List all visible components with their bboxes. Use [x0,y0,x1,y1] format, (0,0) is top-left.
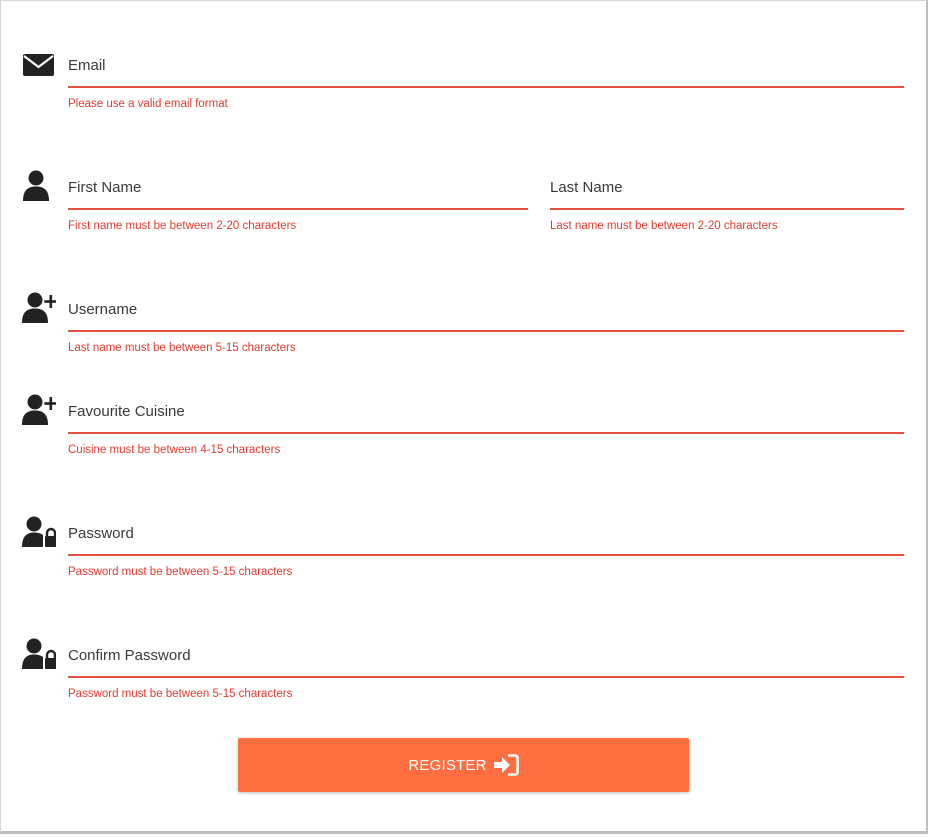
envelope-icon [22,48,56,82]
username-error: Last name must be between 5-15 character… [68,342,296,354]
user-plus-icon [22,290,56,324]
confirm-password-error: Password must be between 5-15 characters [68,688,293,700]
username-input[interactable] [68,301,904,329]
sign-in-icon [493,754,519,776]
register-button-label: REGISTER [408,756,487,774]
first-name-input[interactable] [68,179,528,207]
cuisine-error: Cuisine must be between 4-15 characters [68,444,281,456]
first-name-error: First name must be between 2-20 characte… [68,220,297,232]
email-error: Please use a valid email format [68,98,228,110]
cuisine-input[interactable] [68,403,904,431]
password-input[interactable] [68,525,904,553]
user-icon [22,168,56,202]
email-input[interactable] [68,57,904,85]
last-name-error: Last name must be between 2-20 character… [550,220,778,232]
last-name-underline [550,208,904,210]
registration-form: Email Please use a valid email format Fi… [0,0,928,834]
cuisine-underline [68,432,904,434]
password-error: Password must be between 5-15 characters [68,566,293,578]
username-underline [68,330,904,332]
password-underline [68,554,904,556]
last-name-input[interactable] [550,179,904,207]
confirm-password-input[interactable] [68,647,904,675]
user-lock-icon [22,514,56,548]
first-name-underline [68,208,528,210]
register-button[interactable]: REGISTER [238,738,689,792]
user-plus-icon [22,392,56,426]
user-lock-icon [22,636,56,670]
email-underline [68,86,904,88]
confirm-password-underline [68,676,904,678]
